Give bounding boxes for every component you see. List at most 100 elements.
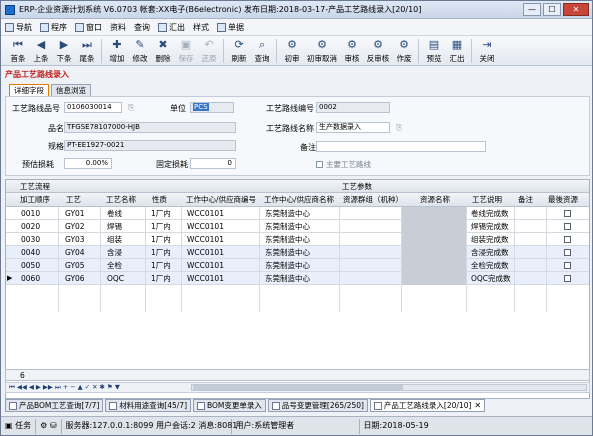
- wc-name-cell[interactable]: 东莞制造中心: [262, 272, 310, 285]
- col-desc-header[interactable]: 工艺说明: [472, 193, 502, 206]
- wc-name-cell[interactable]: 东莞制造中心: [262, 220, 310, 233]
- desc-cell[interactable]: 含浸完成数: [468, 246, 509, 259]
- col-wc-name-header[interactable]: 工作中心/供应商名称: [264, 193, 334, 206]
- nature-cell[interactable]: 1厂内: [148, 233, 171, 246]
- nav-post-icon[interactable]: ✓: [85, 383, 90, 392]
- menu-export[interactable]: 汇出: [158, 22, 185, 33]
- nav-refresh-icon[interactable]: ✱: [100, 383, 105, 392]
- process-name-cell[interactable]: 含浸: [104, 246, 122, 259]
- nav-filter-icon[interactable]: ▼: [115, 383, 120, 392]
- last-resource-checkbox[interactable]: [564, 236, 571, 243]
- wc-name-cell[interactable]: 东莞制造中心: [262, 207, 310, 220]
- checkbox-box[interactable]: [316, 161, 323, 168]
- route-lookup-icon[interactable]: ⎘: [396, 123, 402, 133]
- wc-name-cell[interactable]: 东莞制造中心: [262, 246, 310, 259]
- unit-field[interactable]: PCS: [190, 102, 234, 113]
- close-window-button[interactable]: ✕: [563, 3, 589, 16]
- fixed-loss-field[interactable]: 0: [190, 158, 236, 169]
- spec-field[interactable]: PT-EE1927-0021: [64, 140, 236, 151]
- desc-cell[interactable]: OQC完成数: [468, 272, 511, 285]
- horizontal-scrollbar[interactable]: [191, 384, 587, 391]
- nav-cancel-icon[interactable]: ✕: [92, 383, 97, 392]
- process-name-cell[interactable]: 组装: [104, 233, 122, 246]
- wc-code-cell[interactable]: WCC0101: [184, 220, 224, 233]
- name-field[interactable]: TFGSE78107000-HJB: [64, 122, 236, 133]
- route-code-field[interactable]: 0106030014: [64, 102, 122, 113]
- preview-button[interactable]: ▤ 预览: [423, 36, 445, 64]
- col-process-header[interactable]: 工艺: [66, 193, 81, 206]
- nav-next-page-icon[interactable]: ▶▶: [43, 383, 53, 392]
- doc-tab-bom-change[interactable]: BOM变更单录入: [193, 399, 266, 412]
- process-cell[interactable]: GY01: [62, 207, 85, 220]
- last-resource-checkbox[interactable]: [564, 262, 571, 269]
- col-last-resource-header[interactable]: 最後资源: [548, 193, 588, 206]
- nav-bookmark-icon[interactable]: ⚑: [107, 383, 113, 392]
- seq-cell[interactable]: 0020: [18, 220, 40, 233]
- col-remark-header[interactable]: 备注: [518, 193, 533, 206]
- nav-last-icon[interactable]: ⏭: [55, 383, 61, 392]
- save-button[interactable]: ▣ 保存: [175, 36, 197, 64]
- desc-cell[interactable]: 全检完成数: [468, 259, 509, 272]
- wc-code-cell[interactable]: WCC0101: [184, 246, 224, 259]
- process-cell[interactable]: GY06: [62, 272, 85, 285]
- col-process-name-header[interactable]: 工艺名称: [106, 193, 136, 206]
- tab-info-browse[interactable]: 信息浏览: [51, 84, 91, 96]
- audit-button[interactable]: ⚙ 审核: [341, 36, 363, 64]
- col-wc-code-header[interactable]: 工作中心/供应商编号: [186, 193, 256, 206]
- table-row[interactable]: 0020 GY02 焊锡 1厂内 WCC0101 东莞制造中心 焊锡完成数: [6, 220, 589, 233]
- wc-code-cell[interactable]: WCC0101: [184, 272, 224, 285]
- audit-init-button[interactable]: ⚙ 初审: [281, 36, 303, 64]
- nav-prev-icon[interactable]: ◀: [29, 383, 34, 392]
- desc-cell[interactable]: 焊锡完成数: [468, 220, 509, 233]
- col-seq-header[interactable]: 加工顺序: [20, 193, 50, 206]
- minimize-button[interactable]: —: [523, 3, 541, 16]
- menu-document[interactable]: 单据: [217, 22, 244, 33]
- maximize-button[interactable]: ☐: [543, 3, 561, 16]
- nav-delete-icon[interactable]: −: [70, 383, 75, 392]
- last-resource-checkbox[interactable]: [564, 249, 571, 256]
- process-cell[interactable]: GY04: [62, 246, 85, 259]
- next-record-button[interactable]: ▶ 下条: [53, 36, 75, 64]
- last-resource-checkbox[interactable]: [564, 223, 571, 230]
- est-loss-field[interactable]: 0.00%: [64, 158, 112, 169]
- tab-detail-fields[interactable]: 详细字段: [9, 84, 49, 96]
- doc-tab-bom-query[interactable]: 产品BOM工艺查询[7/7]: [5, 399, 104, 412]
- col-resource-name-header[interactable]: 资源名称: [420, 193, 450, 206]
- table-row[interactable]: 0040 GY04 含浸 1厂内 WCC0101 东莞制造中心 含浸完成数: [6, 246, 589, 259]
- route-no-field[interactable]: 0002: [316, 102, 390, 113]
- wc-name-cell[interactable]: 东莞制造中心: [262, 259, 310, 272]
- table-row[interactable]: 0050 GY05 全检 1厂内 WCC0101 东莞制造中心 全检完成数: [6, 259, 589, 272]
- last-resource-checkbox[interactable]: [564, 275, 571, 282]
- col-nature-header[interactable]: 性质: [152, 193, 167, 206]
- remark-field[interactable]: [316, 141, 486, 152]
- doc-tab-material-usage[interactable]: 材料用途查询[45/7]: [105, 399, 192, 412]
- table-row[interactable]: 0030 GY03 组装 1厂内 WCC0101 东莞制造中心 组装完成数: [6, 233, 589, 246]
- close-tab-icon[interactable]: ✕: [474, 400, 481, 412]
- nav-add-icon[interactable]: +: [63, 383, 68, 392]
- wc-code-cell[interactable]: WCC0101: [184, 259, 224, 272]
- last-resource-checkbox[interactable]: [564, 210, 571, 217]
- nature-cell[interactable]: 1厂内: [148, 272, 171, 285]
- add-button[interactable]: ✚ 增加: [106, 36, 128, 64]
- nature-cell[interactable]: 1厂内: [148, 259, 171, 272]
- scrollbar-thumb[interactable]: [193, 385, 403, 390]
- table-row[interactable]: 0010 GY01 卷线 1厂内 WCC0101 东莞制造中心 卷线完成数: [6, 207, 589, 220]
- table-row-selected[interactable]: ▶ 0060 GY06 OQC 1厂内 WCC0101 东莞制造中心 OQC完成…: [6, 272, 589, 285]
- seq-cell[interactable]: 0060: [18, 272, 40, 285]
- process-name-cell[interactable]: 焊锡: [104, 220, 122, 233]
- menu-navigate[interactable]: 导航: [5, 22, 32, 33]
- seq-cell[interactable]: 0010: [18, 207, 40, 220]
- process-name-cell[interactable]: OQC: [104, 272, 124, 285]
- nature-cell[interactable]: 1厂内: [148, 246, 171, 259]
- process-name-cell[interactable]: 全检: [104, 259, 122, 272]
- seq-cell[interactable]: 0040: [18, 246, 40, 259]
- wc-code-cell[interactable]: WCC0101: [184, 207, 224, 220]
- first-record-button[interactable]: ⏮ 首条: [7, 36, 29, 64]
- wc-name-cell[interactable]: 东莞制造中心: [262, 233, 310, 246]
- doc-tab-route-entry[interactable]: 产品工艺路线录入[20/10] ✕: [369, 399, 486, 412]
- seq-cell[interactable]: 0030: [18, 233, 40, 246]
- close-button[interactable]: ⇥ 关闭: [476, 36, 498, 64]
- process-name-cell[interactable]: 卷线: [104, 207, 122, 220]
- nature-cell[interactable]: 1厂内: [148, 207, 171, 220]
- menu-program[interactable]: 程序: [40, 22, 67, 33]
